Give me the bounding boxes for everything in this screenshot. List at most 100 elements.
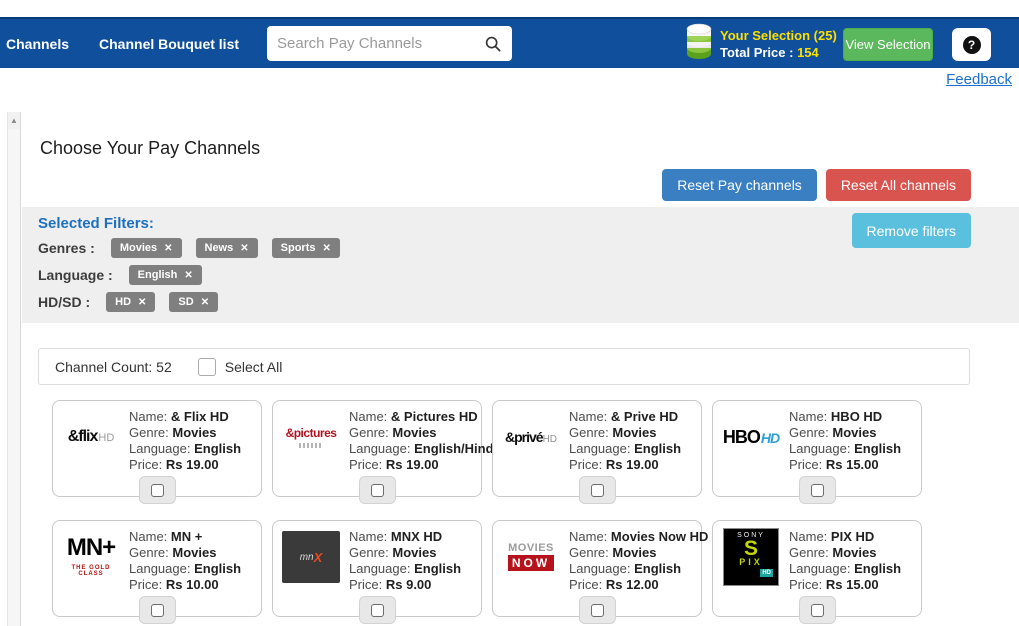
- select-all-checkbox[interactable]: [198, 358, 216, 376]
- channel-genre: Genre: Movies: [789, 425, 901, 441]
- reset-all-channels-button[interactable]: Reset All channels: [826, 169, 971, 201]
- remove-filters-button[interactable]: Remove filters: [852, 213, 971, 248]
- logo-hd-text: HD: [760, 569, 773, 577]
- hbo-hd-logo: HBOHD: [719, 407, 783, 467]
- channel-checkbox[interactable]: [799, 476, 836, 504]
- hdsd-label: HD/SD :: [38, 294, 90, 310]
- top-nav: Channels Channel Bouquet list: [6, 19, 239, 68]
- chip-label: English: [138, 269, 178, 281]
- channel-count-bar: Channel Count: 52 Select All: [38, 348, 970, 385]
- total-price-value: 154: [797, 45, 819, 60]
- channel-name: Name: MNX HD: [349, 529, 461, 545]
- channel-name: Name: MN +: [129, 529, 241, 545]
- channel-card-movies-now-hd: MOVIESNOW Name: Movies Now HD Genre: Mov…: [492, 520, 702, 617]
- and-flix-hd-logo: &flixHD: [59, 407, 123, 467]
- channel-language: Language: English: [789, 561, 901, 577]
- filter-chip-sd[interactable]: SD ✕: [169, 292, 218, 312]
- channel-price: Price: Rs 12.00: [569, 577, 708, 593]
- checkbox-icon: [811, 604, 824, 617]
- channel-genre: Genre: Movies: [349, 545, 461, 561]
- channel-language: Language: English: [129, 561, 241, 577]
- genres-label: Genres :: [38, 240, 95, 256]
- chip-label: HD: [115, 296, 131, 308]
- channel-name: Name: HBO HD: [789, 409, 901, 425]
- help-button[interactable]: ?: [952, 28, 991, 61]
- logo-hd-text: HD: [761, 430, 779, 446]
- logo-text: MN+: [67, 534, 115, 561]
- feedback-row: Feedback: [946, 71, 1012, 89]
- and-pictures-hd-logo: &pictures: [279, 407, 343, 467]
- logo-hd-text: HD: [543, 434, 557, 445]
- logo-text: MOVIES: [508, 542, 554, 554]
- channel-info: Name: & Flix HD Genre: Movies Language: …: [129, 407, 241, 473]
- filter-chip-english[interactable]: English ✕: [129, 265, 202, 285]
- checkbox-icon: [591, 484, 604, 497]
- search-box[interactable]: [267, 26, 512, 61]
- top-navbar: Channels Channel Bouquet list: [0, 17, 1019, 68]
- feedback-link[interactable]: Feedback: [946, 71, 1012, 88]
- channel-genre: Genre: Movies: [129, 545, 241, 561]
- language-filter-group: Language : English ✕: [38, 265, 202, 285]
- channel-card-and-pictures-hd: &pictures Name: & Pictures HD Genre: Mov…: [272, 400, 482, 497]
- mnx-hd-logo: mnX: [279, 527, 343, 587]
- mn-plus-logo: MN+THE GOLD CLASS: [59, 527, 123, 587]
- nav-item-channel-bouquet-list[interactable]: Channel Bouquet list: [99, 36, 239, 52]
- channel-name: Name: & Prive HD: [569, 409, 681, 425]
- scroll-up-arrow-icon[interactable]: ▲: [8, 112, 20, 129]
- search-input[interactable]: [277, 35, 484, 52]
- view-selection-button[interactable]: View Selection: [843, 28, 933, 61]
- your-selection-count: Your Selection (25): [720, 27, 837, 44]
- reset-buttons-row: Reset Pay channels Reset All channels: [662, 169, 971, 201]
- channel-info: Name: MN + Genre: Movies Language: Engli…: [129, 527, 241, 593]
- remove-chip-icon[interactable]: ✕: [322, 243, 330, 254]
- channel-name: Name: & Flix HD: [129, 409, 241, 425]
- reset-pay-channels-button[interactable]: Reset Pay channels: [662, 169, 817, 201]
- channel-language: Language: English: [569, 561, 708, 577]
- search-icon[interactable]: [484, 35, 502, 53]
- remove-chip-icon[interactable]: ✕: [201, 297, 209, 308]
- channel-checkbox[interactable]: [579, 476, 616, 504]
- checkbox-icon: [151, 484, 164, 497]
- channel-genre: Genre: Movies: [349, 425, 497, 441]
- filter-chip-hd[interactable]: HD ✕: [106, 292, 155, 312]
- channel-checkbox[interactable]: [799, 596, 836, 624]
- remove-chip-icon[interactable]: ✕: [164, 243, 172, 254]
- checkbox-icon: [371, 484, 384, 497]
- channel-price: Price: Rs 19.00: [569, 457, 681, 473]
- logo-text: &pictures: [286, 426, 337, 440]
- logo-text: mn: [300, 552, 314, 563]
- remove-chip-icon[interactable]: ✕: [184, 270, 192, 281]
- channel-price: Price: Rs 15.00: [789, 577, 901, 593]
- channel-price: Price: Rs 10.00: [129, 577, 241, 593]
- pix-hd-logo: SONY S PIX HD: [719, 527, 783, 587]
- checkbox-icon: [371, 604, 384, 617]
- filter-chip-sports[interactable]: Sports ✕: [272, 238, 340, 258]
- checkbox-icon: [151, 604, 164, 617]
- filter-chip-movies[interactable]: Movies ✕: [111, 238, 182, 258]
- channel-info: Name: & Pictures HD Genre: Movies Langua…: [349, 407, 497, 473]
- channel-checkbox[interactable]: [139, 596, 176, 624]
- channel-price: Price: Rs 19.00: [349, 457, 497, 473]
- logo-text: S: [744, 539, 758, 558]
- chip-label: Sports: [281, 242, 316, 254]
- channel-card-pix-hd: SONY S PIX HD Name: PIX HD Genre: Movies…: [712, 520, 922, 617]
- channel-checkbox[interactable]: [359, 596, 396, 624]
- logo-text: &privé: [505, 429, 543, 445]
- channel-checkbox[interactable]: [139, 476, 176, 504]
- channel-checkbox[interactable]: [579, 596, 616, 624]
- total-price-label: Total Price :: [720, 45, 793, 60]
- total-price: Total Price : 154: [720, 44, 837, 61]
- language-label: Language :: [38, 267, 113, 283]
- channel-name: Name: Movies Now HD: [569, 529, 708, 545]
- genres-filter-group: Genres : Movies ✕ News ✕ Sports ✕: [38, 238, 340, 258]
- chip-label: SD: [178, 296, 193, 308]
- channel-checkbox[interactable]: [359, 476, 396, 504]
- logo-sub-text: NOW: [508, 555, 554, 571]
- remove-chip-icon[interactable]: ✕: [138, 297, 146, 308]
- chip-label: Movies: [120, 242, 157, 254]
- filter-chip-news[interactable]: News ✕: [196, 238, 258, 258]
- remove-chip-icon[interactable]: ✕: [240, 243, 248, 254]
- nav-item-channels[interactable]: Channels: [6, 36, 69, 52]
- logo-x-text: X: [314, 550, 323, 565]
- vertical-scrollbar[interactable]: ▲: [7, 112, 21, 626]
